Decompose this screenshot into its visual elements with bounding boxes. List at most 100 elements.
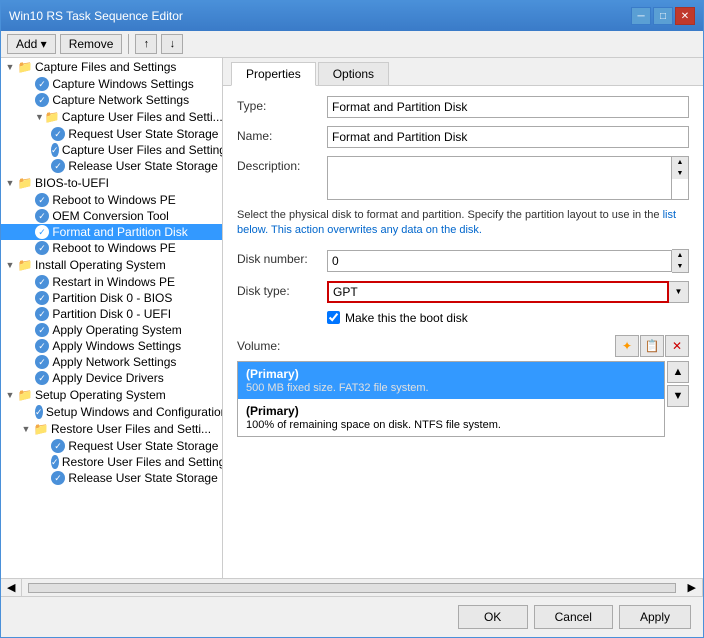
- minimize-button[interactable]: ─: [631, 7, 651, 25]
- properties-content: Type: Name: Description:: [223, 86, 703, 578]
- spin-up-btn[interactable]: ▲: [672, 250, 688, 261]
- tree-label: Capture Network Settings: [52, 93, 189, 107]
- disk-number-label: Disk number:: [237, 249, 327, 266]
- tree-item-request-user-storage[interactable]: ✓ Request User State Storage: [1, 126, 222, 142]
- apply-button[interactable]: Apply: [619, 605, 691, 629]
- tree-group-capture-user[interactable]: ▼ 📁 Capture User Files and Setti...: [1, 108, 222, 126]
- scroll-right-btn[interactable]: ▶: [682, 579, 703, 596]
- disk-type-label: Disk type:: [237, 281, 327, 298]
- toolbar-separator: [128, 34, 129, 54]
- tree-item-restart-pe[interactable]: ✓ Restart in Windows PE: [1, 274, 222, 290]
- tree-item-partition-bios[interactable]: ✓ Partition Disk 0 - BIOS: [1, 290, 222, 306]
- name-row: Name:: [237, 126, 689, 148]
- tree-group-install[interactable]: ▼ 📁 Install Operating System: [1, 256, 222, 274]
- check-icon: ✓: [35, 193, 49, 207]
- tree-item-apply-network[interactable]: ✓ Apply Network Settings: [1, 354, 222, 370]
- tree-label: Capture Windows Settings: [52, 77, 193, 91]
- tree-item-release-restore[interactable]: ✓ Release User State Storage: [1, 470, 222, 486]
- check-icon: ✓: [35, 307, 49, 321]
- description-field: ▲ ▼: [327, 156, 689, 200]
- check-icon: ✓: [35, 225, 49, 239]
- type-input[interactable]: [327, 96, 689, 118]
- scrollbar: ▲ ▼: [672, 156, 689, 200]
- volume-list-wrapper: (Primary) 500 MB fixed size. FAT32 file …: [237, 361, 665, 437]
- folder-icon: 📁: [44, 109, 60, 125]
- disk-type-dropdown-btn[interactable]: ▼: [669, 281, 689, 303]
- name-input[interactable]: [327, 126, 689, 148]
- check-icon: ✓: [35, 241, 49, 255]
- scroll-up-btn[interactable]: ▲: [672, 157, 688, 168]
- tree-item-capture-user-files[interactable]: ✓ Capture User Files and Settings: [1, 142, 222, 158]
- tree-item-apply-windows[interactable]: ✓ Apply Windows Settings: [1, 338, 222, 354]
- tab-options[interactable]: Options: [318, 62, 389, 85]
- check-icon: ✓: [35, 323, 49, 337]
- tab-properties[interactable]: Properties: [231, 62, 316, 86]
- tree-item-apply-os[interactable]: ✓ Apply Operating System: [1, 322, 222, 338]
- volume-move-up-btn[interactable]: ▲: [667, 361, 689, 383]
- volume-item-desc-0: 500 MB fixed size. FAT32 file system.: [246, 382, 656, 394]
- folder-icon: 📁: [17, 257, 33, 273]
- boot-disk-checkbox[interactable]: [327, 311, 340, 324]
- folder-icon: 📁: [17, 387, 33, 403]
- tree-item-reboot-pe1[interactable]: ✓ Reboot to Windows PE: [1, 192, 222, 208]
- bottom-bar: OK Cancel Apply: [1, 596, 703, 637]
- folder-icon: 📁: [17, 175, 33, 191]
- tree-item-oem-tool[interactable]: ✓ OEM Conversion Tool: [1, 208, 222, 224]
- check-icon: ✓: [51, 439, 65, 453]
- check-icon: ✓: [35, 209, 49, 223]
- volume-delete-btn[interactable]: ✕: [665, 335, 689, 357]
- tree-group-restore[interactable]: ▼ 📁 Restore User Files and Setti...: [1, 420, 222, 438]
- check-icon: ✓: [35, 371, 49, 385]
- move-up-icon[interactable]: ↑: [135, 34, 157, 54]
- check-icon: ✓: [35, 405, 43, 419]
- tree-item-restore-files[interactable]: ✓ Restore User Files and Settings: [1, 454, 222, 470]
- disk-number-input[interactable]: [327, 250, 672, 272]
- tree-item-capture-windows[interactable]: ✓ Capture Windows Settings: [1, 76, 222, 92]
- tree-group-bios[interactable]: ▼ 📁 BIOS-to-UEFI: [1, 174, 222, 192]
- volume-new-btn[interactable]: ✦: [615, 335, 639, 357]
- tree-item-request-restore[interactable]: ✓ Request User State Storage: [1, 438, 222, 454]
- tree-item-partition-uefi[interactable]: ✓ Partition Disk 0 - UEFI: [1, 306, 222, 322]
- volume-area: (Primary) 500 MB fixed size. FAT32 file …: [237, 361, 689, 437]
- expand-icon: ▼: [3, 388, 17, 402]
- tree-item-format-partition[interactable]: ✓ Format and Partition Disk: [1, 224, 222, 240]
- boot-disk-row: Make this the boot disk: [327, 311, 689, 325]
- tree-item-setup-windows[interactable]: ✓ Setup Windows and Configuration: [1, 404, 222, 420]
- scroll-track[interactable]: [28, 583, 675, 593]
- boot-disk-label: Make this the boot disk: [345, 311, 468, 325]
- main-window: Win10 RS Task Sequence Editor ─ □ ✕ Add …: [0, 0, 704, 638]
- spin-down-btn[interactable]: ▼: [672, 261, 688, 272]
- tree-item-reboot-pe2[interactable]: ✓ Reboot to Windows PE: [1, 240, 222, 256]
- add-button[interactable]: Add ▾: [7, 34, 56, 54]
- expand-icon: ▼: [19, 422, 33, 436]
- volume-edit-btn[interactable]: 📋: [640, 335, 664, 357]
- expand-icon: ▼: [3, 60, 17, 74]
- volume-item-0[interactable]: (Primary) 500 MB fixed size. FAT32 file …: [238, 362, 664, 399]
- type-row: Type:: [237, 96, 689, 118]
- disk-type-input[interactable]: [327, 281, 669, 303]
- tree-item-apply-drivers[interactable]: ✓ Apply Device Drivers: [1, 370, 222, 386]
- tree-item-release-user-storage[interactable]: ✓ Release User State Storage: [1, 158, 222, 174]
- tree-label: Restart in Windows PE: [52, 275, 175, 289]
- tree-label: Restore User Files and Settings: [62, 455, 223, 469]
- scroll-left-btn[interactable]: ◀: [1, 579, 22, 596]
- maximize-button[interactable]: □: [653, 7, 673, 25]
- volume-move-down-btn[interactable]: ▼: [667, 385, 689, 407]
- ok-button[interactable]: OK: [458, 605, 528, 629]
- tree-group-capture[interactable]: ▼ 📁 Capture Files and Settings: [1, 58, 222, 76]
- tree-group-setup[interactable]: ▼ 📁 Setup Operating System: [1, 386, 222, 404]
- scroll-down-btn[interactable]: ▼: [672, 168, 688, 179]
- toolbar: Add ▾ Remove ↑ ↓: [1, 31, 703, 58]
- remove-button[interactable]: Remove: [60, 34, 123, 54]
- description-input[interactable]: [327, 156, 672, 200]
- cancel-button[interactable]: Cancel: [534, 605, 613, 629]
- tree-item-capture-network[interactable]: ✓ Capture Network Settings: [1, 92, 222, 108]
- volume-side-buttons: ▲ ▼: [667, 361, 689, 407]
- move-down-icon[interactable]: ↓: [161, 34, 183, 54]
- expand-icon: ▼: [3, 258, 17, 272]
- close-button[interactable]: ✕: [675, 7, 695, 25]
- folder-icon: 📁: [17, 59, 33, 75]
- volume-item-1[interactable]: (Primary) 100% of remaining space on dis…: [238, 399, 664, 436]
- check-icon: ✓: [35, 275, 49, 289]
- main-content: ▼ 📁 Capture Files and Settings ✓ Capture…: [1, 58, 703, 578]
